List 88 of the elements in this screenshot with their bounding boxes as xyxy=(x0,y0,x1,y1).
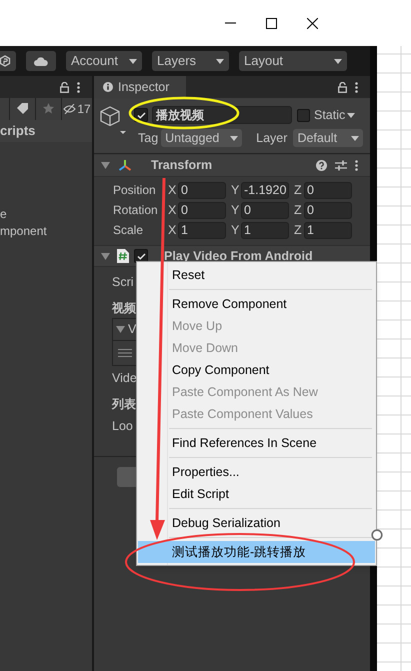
axis-label: Z xyxy=(294,202,302,219)
axis-label: X xyxy=(168,182,176,199)
more-options-icon[interactable] xyxy=(355,160,358,171)
lock-icon[interactable] xyxy=(338,82,347,92)
transform-axes-icon xyxy=(118,159,132,172)
caret-icon xyxy=(334,58,342,64)
axis-label: X xyxy=(168,222,176,239)
caret-icon xyxy=(347,112,356,118)
menu-item[interactable]: 测试播放功能-跳转播放 xyxy=(138,541,375,563)
drag-handle-icon[interactable] xyxy=(118,349,132,357)
layer-dropdown[interactable]: Default xyxy=(293,129,364,147)
caret-icon xyxy=(129,58,137,64)
more-options-icon[interactable] xyxy=(355,82,358,92)
axis-label: Y xyxy=(231,202,239,219)
list-header[interactable]: V xyxy=(128,320,136,339)
menu-item[interactable]: Debug Serialization xyxy=(138,512,375,534)
help-icon[interactable] xyxy=(316,160,327,171)
section-header: 列表 xyxy=(112,396,136,413)
info-icon xyxy=(103,82,113,92)
section-header: 视频 xyxy=(112,300,136,317)
cloud-icon xyxy=(34,56,48,66)
axis-label: Z xyxy=(294,222,302,239)
tag-dropdown[interactable]: Untagged xyxy=(161,129,242,147)
static-checkbox[interactable] xyxy=(297,108,310,122)
menu-item[interactable]: Reset xyxy=(138,264,375,286)
component-header[interactable]: Transform xyxy=(94,155,370,177)
menu-item[interactable]: Edit Script xyxy=(138,483,375,505)
number-field[interactable]: 0 xyxy=(304,182,352,198)
menu-item[interactable]: Find References In Scene xyxy=(138,432,375,454)
caret-icon xyxy=(230,136,238,140)
list-item[interactable]: mponent xyxy=(0,223,92,240)
hidden-eye-icon[interactable] xyxy=(63,104,76,114)
component-title: Play Video From Android xyxy=(164,248,313,265)
cube-icon[interactable] xyxy=(100,105,126,137)
collab-button[interactable] xyxy=(0,51,16,71)
script-file-icon xyxy=(117,249,129,263)
property-label: Scri xyxy=(112,274,134,291)
cloud-button[interactable] xyxy=(26,51,56,71)
list-item[interactable]: e xyxy=(0,206,92,223)
static-dropdown[interactable]: Static xyxy=(314,106,356,124)
number-field[interactable]: 1 xyxy=(178,222,226,238)
object-name-field[interactable]: 播放视频 xyxy=(152,106,292,124)
close-icon[interactable] xyxy=(307,18,318,28)
axis-label: Z xyxy=(294,182,302,199)
toolbar-dropdown[interactable]: Layout xyxy=(239,51,347,71)
tag-icon[interactable] xyxy=(17,103,28,114)
section-header: cripts xyxy=(0,122,36,140)
property-label: Position xyxy=(112,182,157,199)
active-checkbox[interactable] xyxy=(134,108,148,122)
property-label: Rotation xyxy=(112,202,159,219)
presets-icon[interactable] xyxy=(335,160,347,171)
property-label: Vide xyxy=(112,370,137,387)
maximize-icon[interactable] xyxy=(266,18,277,28)
lock-icon[interactable] xyxy=(60,82,69,92)
check-icon xyxy=(136,252,146,260)
hexagon-icon xyxy=(0,55,11,67)
menu-item[interactable]: Copy Component xyxy=(138,359,375,381)
resize-handle-icon xyxy=(371,529,383,541)
axis-label: Y xyxy=(231,182,239,199)
menu-item[interactable]: Remove Component xyxy=(138,293,375,315)
number-field[interactable]: 0 xyxy=(241,202,289,218)
foldout-arrow-icon[interactable] xyxy=(101,252,110,260)
axis-label: Y xyxy=(231,222,239,239)
axis-label: X xyxy=(168,202,176,219)
property-label: Loo xyxy=(112,418,133,435)
toolbar-dropdown[interactable]: Layers xyxy=(152,51,229,71)
number-field[interactable]: 0 xyxy=(304,202,352,218)
component-title: Transform xyxy=(151,157,214,174)
foldout-arrow-icon[interactable] xyxy=(101,162,110,169)
caret-icon xyxy=(351,136,360,140)
tag-label: Tag xyxy=(138,130,158,147)
hidden-count: 17 xyxy=(77,100,91,118)
layer-label: Layer xyxy=(256,130,288,147)
number-field[interactable]: 0 xyxy=(178,182,226,198)
number-field[interactable]: 1 xyxy=(304,222,352,238)
caret-icon xyxy=(216,58,224,64)
number-field[interactable]: 0 xyxy=(178,202,226,218)
property-label: Scale xyxy=(112,222,144,239)
minimize-icon[interactable] xyxy=(225,22,236,24)
number-field[interactable]: 1 xyxy=(241,222,289,238)
star-icon[interactable] xyxy=(43,103,54,114)
foldout-arrow-icon[interactable] xyxy=(116,326,125,333)
number-field[interactable]: -1.1920 xyxy=(241,182,289,198)
inspector-tab[interactable]: Inspector xyxy=(94,76,186,98)
check-icon xyxy=(136,112,146,118)
more-options-icon[interactable] xyxy=(77,82,80,92)
menu-item[interactable]: Properties... xyxy=(138,461,375,483)
toolbar-dropdown[interactable]: Account xyxy=(66,51,142,71)
